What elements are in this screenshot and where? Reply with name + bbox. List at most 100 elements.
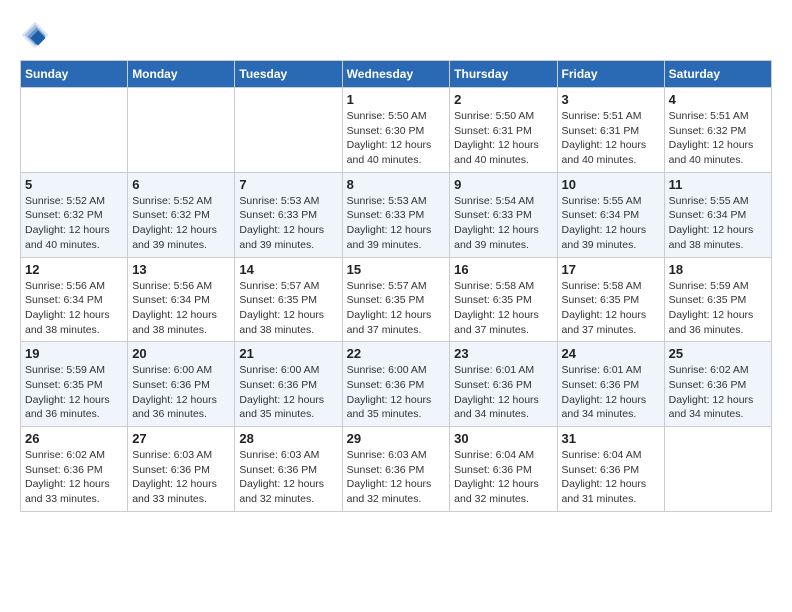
calendar-week-row: 1 Sunrise: 5:50 AM Sunset: 6:30 PM Daylig… [21, 88, 772, 173]
day-number: 13 [132, 262, 230, 277]
calendar-cell: 21Sunrise: 6:00 AM Sunset: 6:36 PM Dayli… [235, 342, 342, 427]
day-number: 11 [669, 177, 767, 192]
day-number: 15 [347, 262, 446, 277]
day-info: Sunrise: 5:50 AM Sunset: 6:30 PM Dayligh… [347, 109, 446, 168]
day-info: Sunrise: 5:51 AM Sunset: 6:31 PM Dayligh… [562, 109, 660, 168]
calendar-cell: 9 Sunrise: 5:54 AM Sunset: 6:33 PM Daylig… [450, 172, 557, 257]
day-info: Sunrise: 5:55 AM Sunset: 6:34 PM Dayligh… [669, 194, 767, 253]
day-number: 22 [347, 346, 446, 361]
header [20, 20, 772, 50]
day-number: 17 [562, 262, 660, 277]
day-info: Sunrise: 5:57 AM Sunset: 6:35 PM Dayligh… [347, 279, 446, 338]
day-info: Sunrise: 5:58 AM Sunset: 6:35 PM Dayligh… [454, 279, 552, 338]
day-number: 14 [239, 262, 337, 277]
calendar-cell: 14 Sunrise: 5:57 AM Sunset: 6:35 PM Dayli… [235, 257, 342, 342]
calendar-cell [21, 88, 128, 173]
day-info: Sunrise: 5:53 AM Sunset: 6:33 PM Dayligh… [239, 194, 337, 253]
calendar-week-row: 19 Sunrise: 5:59 AM Sunset: 6:35 PM Dayli… [21, 342, 772, 427]
calendar-cell: 28 Sunrise: 6:03 AM Sunset: 6:36 PM Dayli… [235, 427, 342, 512]
logo [20, 20, 52, 50]
day-info: Sunrise: 5:50 AM Sunset: 6:31 PM Dayligh… [454, 109, 552, 168]
calendar-cell [664, 427, 771, 512]
calendar-cell: 15 Sunrise: 5:57 AM Sunset: 6:35 PM Dayli… [342, 257, 450, 342]
calendar-cell: 8 Sunrise: 5:53 AM Sunset: 6:33 PM Daylig… [342, 172, 450, 257]
calendar-cell: 11 Sunrise: 5:55 AM Sunset: 6:34 PM Dayli… [664, 172, 771, 257]
day-info: Sunrise: 5:56 AM Sunset: 6:34 PM Dayligh… [132, 279, 230, 338]
day-number: 4 [669, 92, 767, 107]
day-number: 19 [25, 346, 123, 361]
day-number: 3 [562, 92, 660, 107]
day-number: 29 [347, 431, 446, 446]
calendar-cell: 27 Sunrise: 6:03 AM Sunset: 6:36 PM Dayli… [128, 427, 235, 512]
calendar-week-row: 26Sunrise: 6:02 AM Sunset: 6:36 PM Dayli… [21, 427, 772, 512]
day-info: Sunrise: 5:55 AM Sunset: 6:34 PM Dayligh… [562, 194, 660, 253]
day-info: Sunrise: 6:03 AM Sunset: 6:36 PM Dayligh… [347, 448, 446, 507]
day-info: Sunrise: 6:04 AM Sunset: 6:36 PM Dayligh… [454, 448, 552, 507]
day-number: 20 [132, 346, 230, 361]
day-number: 24 [562, 346, 660, 361]
calendar-cell: 12Sunrise: 5:56 AM Sunset: 6:34 PM Dayli… [21, 257, 128, 342]
day-number: 9 [454, 177, 552, 192]
calendar-cell: 26Sunrise: 6:02 AM Sunset: 6:36 PM Dayli… [21, 427, 128, 512]
day-info: Sunrise: 5:54 AM Sunset: 6:33 PM Dayligh… [454, 194, 552, 253]
calendar-cell: 2 Sunrise: 5:50 AM Sunset: 6:31 PM Daylig… [450, 88, 557, 173]
day-number: 30 [454, 431, 552, 446]
day-number: 21 [239, 346, 337, 361]
day-number: 2 [454, 92, 552, 107]
calendar-cell: 22 Sunrise: 6:00 AM Sunset: 6:36 PM Dayli… [342, 342, 450, 427]
day-header-thursday: Thursday [450, 61, 557, 88]
calendar-cell: 31 Sunrise: 6:04 AM Sunset: 6:36 PM Dayli… [557, 427, 664, 512]
calendar-cell: 30 Sunrise: 6:04 AM Sunset: 6:36 PM Dayli… [450, 427, 557, 512]
calendar-cell: 19 Sunrise: 5:59 AM Sunset: 6:35 PM Dayli… [21, 342, 128, 427]
day-info: Sunrise: 6:01 AM Sunset: 6:36 PM Dayligh… [562, 363, 660, 422]
day-info: Sunrise: 5:59 AM Sunset: 6:35 PM Dayligh… [669, 279, 767, 338]
day-info: Sunrise: 6:03 AM Sunset: 6:36 PM Dayligh… [239, 448, 337, 507]
day-number: 6 [132, 177, 230, 192]
day-header-tuesday: Tuesday [235, 61, 342, 88]
day-header-wednesday: Wednesday [342, 61, 450, 88]
calendar-table: SundayMondayTuesdayWednesdayThursdayFrid… [20, 60, 772, 512]
day-number: 1 [347, 92, 446, 107]
day-info: Sunrise: 6:01 AM Sunset: 6:36 PM Dayligh… [454, 363, 552, 422]
day-info: Sunrise: 6:00 AM Sunset: 6:36 PM Dayligh… [347, 363, 446, 422]
calendar-cell: 20 Sunrise: 6:00 AM Sunset: 6:36 PM Dayli… [128, 342, 235, 427]
day-header-saturday: Saturday [664, 61, 771, 88]
day-number: 8 [347, 177, 446, 192]
calendar-cell: 16 Sunrise: 5:58 AM Sunset: 6:35 PM Dayli… [450, 257, 557, 342]
day-number: 26 [25, 431, 123, 446]
calendar-cell: 17 Sunrise: 5:58 AM Sunset: 6:35 PM Dayli… [557, 257, 664, 342]
day-number: 27 [132, 431, 230, 446]
calendar-cell: 7 Sunrise: 5:53 AM Sunset: 6:33 PM Daylig… [235, 172, 342, 257]
day-info: Sunrise: 6:04 AM Sunset: 6:36 PM Dayligh… [562, 448, 660, 507]
day-info: Sunrise: 5:51 AM Sunset: 6:32 PM Dayligh… [669, 109, 767, 168]
day-info: Sunrise: 5:52 AM Sunset: 6:32 PM Dayligh… [132, 194, 230, 253]
day-number: 31 [562, 431, 660, 446]
day-number: 28 [239, 431, 337, 446]
day-info: Sunrise: 5:58 AM Sunset: 6:35 PM Dayligh… [562, 279, 660, 338]
calendar-cell: 3 Sunrise: 5:51 AM Sunset: 6:31 PM Daylig… [557, 88, 664, 173]
calendar-cell [128, 88, 235, 173]
day-number: 12 [25, 262, 123, 277]
day-number: 16 [454, 262, 552, 277]
calendar-cell: 10Sunrise: 5:55 AM Sunset: 6:34 PM Dayli… [557, 172, 664, 257]
day-info: Sunrise: 6:02 AM Sunset: 6:36 PM Dayligh… [669, 363, 767, 422]
day-number: 7 [239, 177, 337, 192]
calendar-cell: 13 Sunrise: 5:56 AM Sunset: 6:34 PM Dayli… [128, 257, 235, 342]
calendar-cell: 4 Sunrise: 5:51 AM Sunset: 6:32 PM Daylig… [664, 88, 771, 173]
day-info: Sunrise: 5:57 AM Sunset: 6:35 PM Dayligh… [239, 279, 337, 338]
calendar-cell: 25 Sunrise: 6:02 AM Sunset: 6:36 PM Dayli… [664, 342, 771, 427]
calendar-cell: 29 Sunrise: 6:03 AM Sunset: 6:36 PM Dayli… [342, 427, 450, 512]
calendar-header-row: SundayMondayTuesdayWednesdayThursdayFrid… [21, 61, 772, 88]
calendar-cell: 18 Sunrise: 5:59 AM Sunset: 6:35 PM Dayli… [664, 257, 771, 342]
day-info: Sunrise: 6:00 AM Sunset: 6:36 PM Dayligh… [132, 363, 230, 422]
day-number: 5 [25, 177, 123, 192]
day-info: Sunrise: 5:53 AM Sunset: 6:33 PM Dayligh… [347, 194, 446, 253]
day-info: Sunrise: 5:59 AM Sunset: 6:35 PM Dayligh… [25, 363, 123, 422]
day-info: Sunrise: 6:03 AM Sunset: 6:36 PM Dayligh… [132, 448, 230, 507]
calendar-cell [235, 88, 342, 173]
day-header-monday: Monday [128, 61, 235, 88]
day-number: 23 [454, 346, 552, 361]
day-number: 18 [669, 262, 767, 277]
day-number: 25 [669, 346, 767, 361]
day-header-friday: Friday [557, 61, 664, 88]
